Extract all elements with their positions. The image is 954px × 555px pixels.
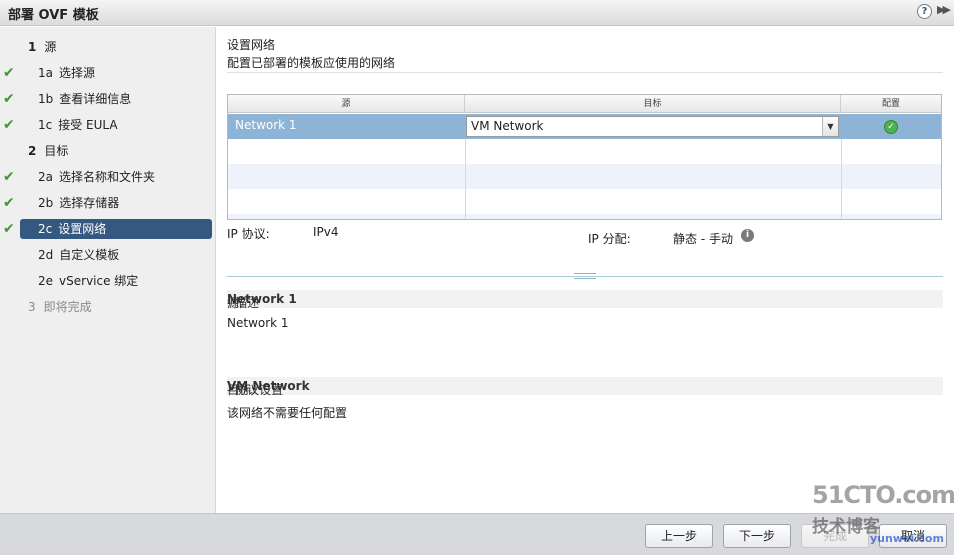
destination-network-value: VM Network (471, 119, 544, 133)
step-1c-accept-eula[interactable]: ✔ 1c 接受 EULA (3, 115, 212, 135)
step-2d-customize-template[interactable]: 2d 自定义模板 (20, 245, 212, 265)
table-row-empty (228, 189, 941, 214)
step-number: 2b (38, 196, 54, 210)
step-label: 选择存储器 (59, 196, 120, 210)
step-number: 2a (38, 170, 53, 184)
check-icon: ✔ (3, 65, 15, 81)
check-icon: ✔ (3, 117, 15, 133)
chevron-down-icon[interactable]: ▼ (822, 117, 838, 136)
column-header-source[interactable]: 源 (228, 95, 465, 113)
step-label: 接受 EULA (58, 118, 118, 132)
step-2e-vservice-bindings[interactable]: 2e vService 绑定 (20, 271, 212, 291)
configured-ok-icon: ✓ (884, 120, 898, 134)
step-label: vService 绑定 (59, 274, 139, 288)
column-divider (841, 139, 842, 219)
step-number: 2c (38, 222, 53, 236)
window-title: 部署 OVF 模板 (8, 8, 99, 23)
page-subtitle: 配置已部署的模板应使用的网络 (227, 56, 396, 70)
step-label: 源 (44, 40, 57, 54)
source-description-body: Network 1 (227, 316, 289, 330)
step-2a-name-folder[interactable]: ✔ 2a 选择名称和文件夹 (3, 167, 212, 187)
step-label: 选择源 (59, 66, 96, 80)
source-network-cell: Network 1 (235, 118, 297, 132)
source-desc-suffix: - 描述 (227, 296, 260, 310)
step-2c-setup-networks[interactable]: ✔ 2c 设置网络 (3, 219, 212, 239)
step-number: 1c (38, 118, 53, 132)
step-3-ready-to-complete: 3 即将完成 (20, 297, 212, 317)
destination-protocol-header: 目标: VM Network - 协议设置 (227, 377, 943, 397)
step-label: 设置网络 (58, 222, 107, 236)
ip-protocol-label: IP 协议: (227, 227, 270, 241)
step-label: 选择名称和文件夹 (59, 170, 156, 184)
dest-desc-suffix: - 协议设置 (227, 383, 284, 397)
step-number: 1a (38, 66, 53, 80)
ip-protocol-value: IPv4 (313, 225, 339, 239)
step-1-source[interactable]: 1源 (20, 37, 212, 57)
help-icon[interactable]: ? (917, 4, 932, 19)
destination-protocol-body: 该网络不需要任何配置 (227, 406, 348, 420)
step-label: 即将完成 (43, 300, 92, 314)
destination-network-select[interactable]: VM Network ▼ (466, 116, 839, 137)
step-1b-review-details[interactable]: ✔ 1b 查看详细信息 (3, 89, 212, 109)
watermark-logo: 51CTO.com (812, 481, 954, 509)
step-2b-storage[interactable]: ✔ 2b 选择存储器 (3, 193, 212, 213)
check-icon: ✔ (3, 221, 15, 237)
step-2-destination[interactable]: 2 目标 (20, 141, 212, 161)
ip-allocation-value: 静态 - 手动 (673, 232, 733, 246)
main-content: 设置网络 配置已部署的模板应使用的网络 源 目标 配置 Network 1 VM… (217, 27, 954, 513)
watermark-url: yunwei.com (870, 532, 944, 545)
column-divider (465, 139, 466, 219)
step-1a-select-source[interactable]: ✔ 1a 选择源 (3, 63, 212, 83)
step-label: 目标 (44, 144, 69, 158)
info-icon[interactable]: i (741, 229, 754, 242)
title-bar: 部署 OVF 模板 ? ▶▶ (0, 0, 954, 26)
wizard-steps: 1源 ✔ 1a 选择源 ✔ 1b 查看详细信息 ✔ 1c 接受 EULA 2 目标 ✔ … (0, 27, 216, 513)
next-button[interactable]: 下一步 (723, 524, 791, 548)
back-button[interactable]: 上一步 (645, 524, 713, 548)
column-header-destination[interactable]: 目标 (465, 95, 841, 113)
table-row-empty (228, 164, 941, 189)
check-icon: ✔ (3, 169, 15, 185)
step-label: 自定义模板 (59, 248, 120, 262)
divider (227, 72, 943, 73)
source-description-header: 源: Network 1 - 描述 (227, 290, 943, 310)
step-number: 1 (28, 40, 37, 54)
ip-allocation-label: IP 分配: (588, 232, 631, 246)
expand-icon[interactable]: ▶▶ (937, 3, 951, 16)
network-mapping-table: 源 目标 配置 Network 1 VM Network ▼ ✓ (227, 94, 942, 220)
table-row-empty (228, 139, 941, 164)
step-number: 2d (38, 248, 54, 262)
table-row-empty (228, 214, 941, 219)
splitter-grip[interactable] (574, 273, 596, 279)
check-icon: ✔ (3, 91, 15, 107)
step-number: 1b (38, 92, 54, 106)
step-number: 3 (28, 300, 36, 314)
wizard-footer: 上一步 下一步 完成 取消 (0, 513, 954, 555)
step-number: 2e (38, 274, 54, 288)
step-number: 2 (28, 144, 37, 158)
page-title: 设置网络 (227, 38, 276, 52)
step-label: 查看详细信息 (59, 92, 132, 106)
column-header-configuration[interactable]: 配置 (841, 95, 941, 113)
table-header: 源 目标 配置 (228, 95, 941, 113)
table-row[interactable]: Network 1 VM Network ▼ ✓ (228, 114, 941, 139)
check-icon: ✔ (3, 195, 15, 211)
